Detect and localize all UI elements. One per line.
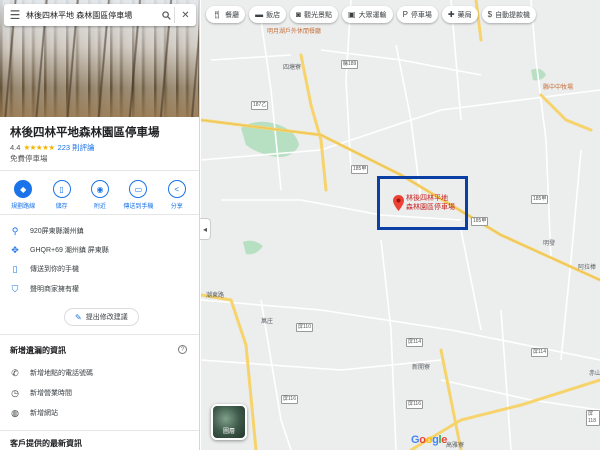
latest-info-title: 客戶提供的最新資訊	[10, 439, 82, 448]
chip-atm[interactable]: $ 自動提款機	[481, 6, 537, 23]
menu-icon[interactable]: ☰	[4, 4, 26, 26]
search-icon[interactable]	[158, 4, 174, 26]
road-shield: 屏116	[281, 395, 298, 404]
add-hours-row[interactable]: ◷ 新增營業時間	[0, 383, 199, 403]
send-to-phone-row[interactable]: ▯ 傳送到你的手機	[0, 259, 199, 279]
category-chips: 🍴︎ 餐廳 ▬ 飯店 ◙ 觀光景點 ▣ 大眾運輸 P 停車場 ✚ 藥局 $ 自動提款機	[206, 6, 537, 23]
road-shield: 185甲	[471, 217, 489, 226]
add-website-row[interactable]: ◍ 新增網站	[0, 403, 199, 423]
place-category[interactable]: 免費停車場	[10, 153, 48, 164]
chip-restaurant[interactable]: 🍴︎ 餐廳	[206, 6, 246, 23]
send-to-phone-button[interactable]: ▭ 傳送到手機	[120, 180, 156, 210]
chip-pharmacy[interactable]: ✚ 藥局	[441, 6, 478, 23]
layers-button[interactable]: 圖層	[211, 404, 247, 440]
transit-icon: ▣	[348, 10, 356, 19]
road-shield: 屏118	[586, 410, 600, 426]
help-icon[interactable]: ?	[178, 345, 187, 354]
suggest-edit-button[interactable]: ✎ 提出修改建議	[64, 308, 139, 326]
map-label-restaurant[interactable]: 明月湖戶外休閒餐廳	[267, 26, 321, 35]
bookmark-icon: ▯	[52, 180, 71, 198]
rating-value: 4.4	[10, 143, 21, 152]
chip-hotel[interactable]: ▬ 飯店	[249, 6, 287, 23]
divider	[0, 170, 199, 171]
share-icon: <	[167, 180, 186, 198]
search-box[interactable]: ☰ 林後四林平地 森林園區停車場 ✕	[4, 4, 196, 26]
place-panel: ☰ 林後四林平地 森林園區停車場 ✕ 林後四林平地森林園區停車場 4.4 ★★★…	[0, 0, 200, 450]
shield-check-icon: ⛉	[11, 283, 19, 294]
directions-button[interactable]: ◆ 規劃路線	[5, 180, 41, 210]
camera-icon: ◙	[296, 10, 301, 19]
divider	[0, 334, 199, 335]
plus-code-icon: ✥	[11, 244, 19, 255]
rating-row: 4.4 ★★★★★ 223 則評論	[10, 142, 95, 153]
road-shield: 屏116	[406, 400, 423, 409]
globe-icon: ◍	[11, 407, 19, 418]
road-shield: 185甲	[531, 195, 549, 204]
nearby-button[interactable]: ◉ 附近	[82, 180, 118, 210]
atm-icon: $	[487, 10, 493, 19]
star-rating-icon: ★★★★★	[23, 143, 55, 152]
map-label-village: 四塘寮	[283, 65, 302, 71]
road-shield: 屏114	[531, 348, 548, 357]
map-label-road: 潮東路	[206, 293, 225, 299]
location-pin-icon: ⚲	[11, 225, 19, 236]
search-input[interactable]: 林後四林平地 森林園區停車場	[26, 10, 158, 21]
road-shield: 縣189	[341, 60, 359, 69]
road-shield: 屏114	[406, 338, 423, 347]
reviews-link[interactable]: 223 則評論	[58, 142, 95, 153]
google-logo: Google	[411, 434, 448, 446]
road-shield: 187乙	[251, 101, 269, 110]
hotel-icon: ▬	[255, 10, 264, 19]
map-label-village: 明發	[543, 241, 556, 247]
share-button[interactable]: < 分享	[159, 180, 195, 210]
pin-label[interactable]: 林後四林平地 森林園區停車場	[406, 194, 455, 212]
missing-info-title: 新增遺漏的資訊	[10, 346, 66, 355]
road-shield: 屏110	[296, 323, 313, 332]
pencil-icon: ✎	[75, 312, 82, 322]
phone-call-icon: ✆	[11, 367, 19, 378]
map-label-village: 新開寮	[412, 365, 431, 371]
add-phone-row[interactable]: ✆ 新增地點的電話號碼	[0, 363, 199, 383]
road-shield: 185甲	[351, 165, 369, 174]
map-label-village: 赤山	[589, 371, 600, 377]
nearby-icon: ◉	[90, 180, 109, 198]
map-label-village: 阿拉棒	[578, 265, 597, 271]
parking-icon: P	[402, 10, 408, 19]
park-area	[243, 240, 263, 255]
map-label-village: 高雅寮	[446, 443, 465, 449]
save-button[interactable]: ▯ 儲存	[44, 180, 80, 210]
chip-parking[interactable]: P 停車場	[396, 6, 438, 23]
restaurant-icon: 🍴︎	[212, 10, 223, 19]
pharmacy-icon: ✚	[447, 10, 455, 19]
plus-code-row[interactable]: ✥ GHQR+69 潮州鎮 屏東縣	[0, 240, 199, 260]
map-label-village: 萬庄	[261, 319, 274, 325]
close-icon[interactable]: ✕	[174, 7, 196, 23]
divider	[0, 214, 199, 215]
send-to-phone-icon: ▭	[129, 180, 148, 198]
chip-transit[interactable]: ▣ 大眾運輸	[342, 6, 393, 23]
claim-business-row[interactable]: ⛉ 聲明商家擁有權	[0, 279, 199, 299]
map-label-ranch[interactable]: 縣中中牧場	[543, 82, 573, 91]
chip-attractions[interactable]: ◙ 觀光景點	[290, 6, 338, 23]
directions-icon: ◆	[14, 180, 33, 198]
address-row[interactable]: ⚲ 920屏東縣潮州鎮	[0, 221, 199, 241]
clock-icon: ◷	[11, 387, 19, 398]
divider	[0, 430, 199, 431]
place-title: 林後四林平地森林園區停車場	[10, 127, 160, 139]
action-bar: ◆ 規劃路線 ▯ 儲存 ◉ 附近 ▭ 傳送到手機 < 分享	[0, 180, 199, 210]
collapse-panel-button[interactable]: ◂	[200, 218, 211, 240]
map-pin-icon[interactable]	[393, 195, 404, 216]
phone-icon: ▯	[12, 263, 18, 274]
